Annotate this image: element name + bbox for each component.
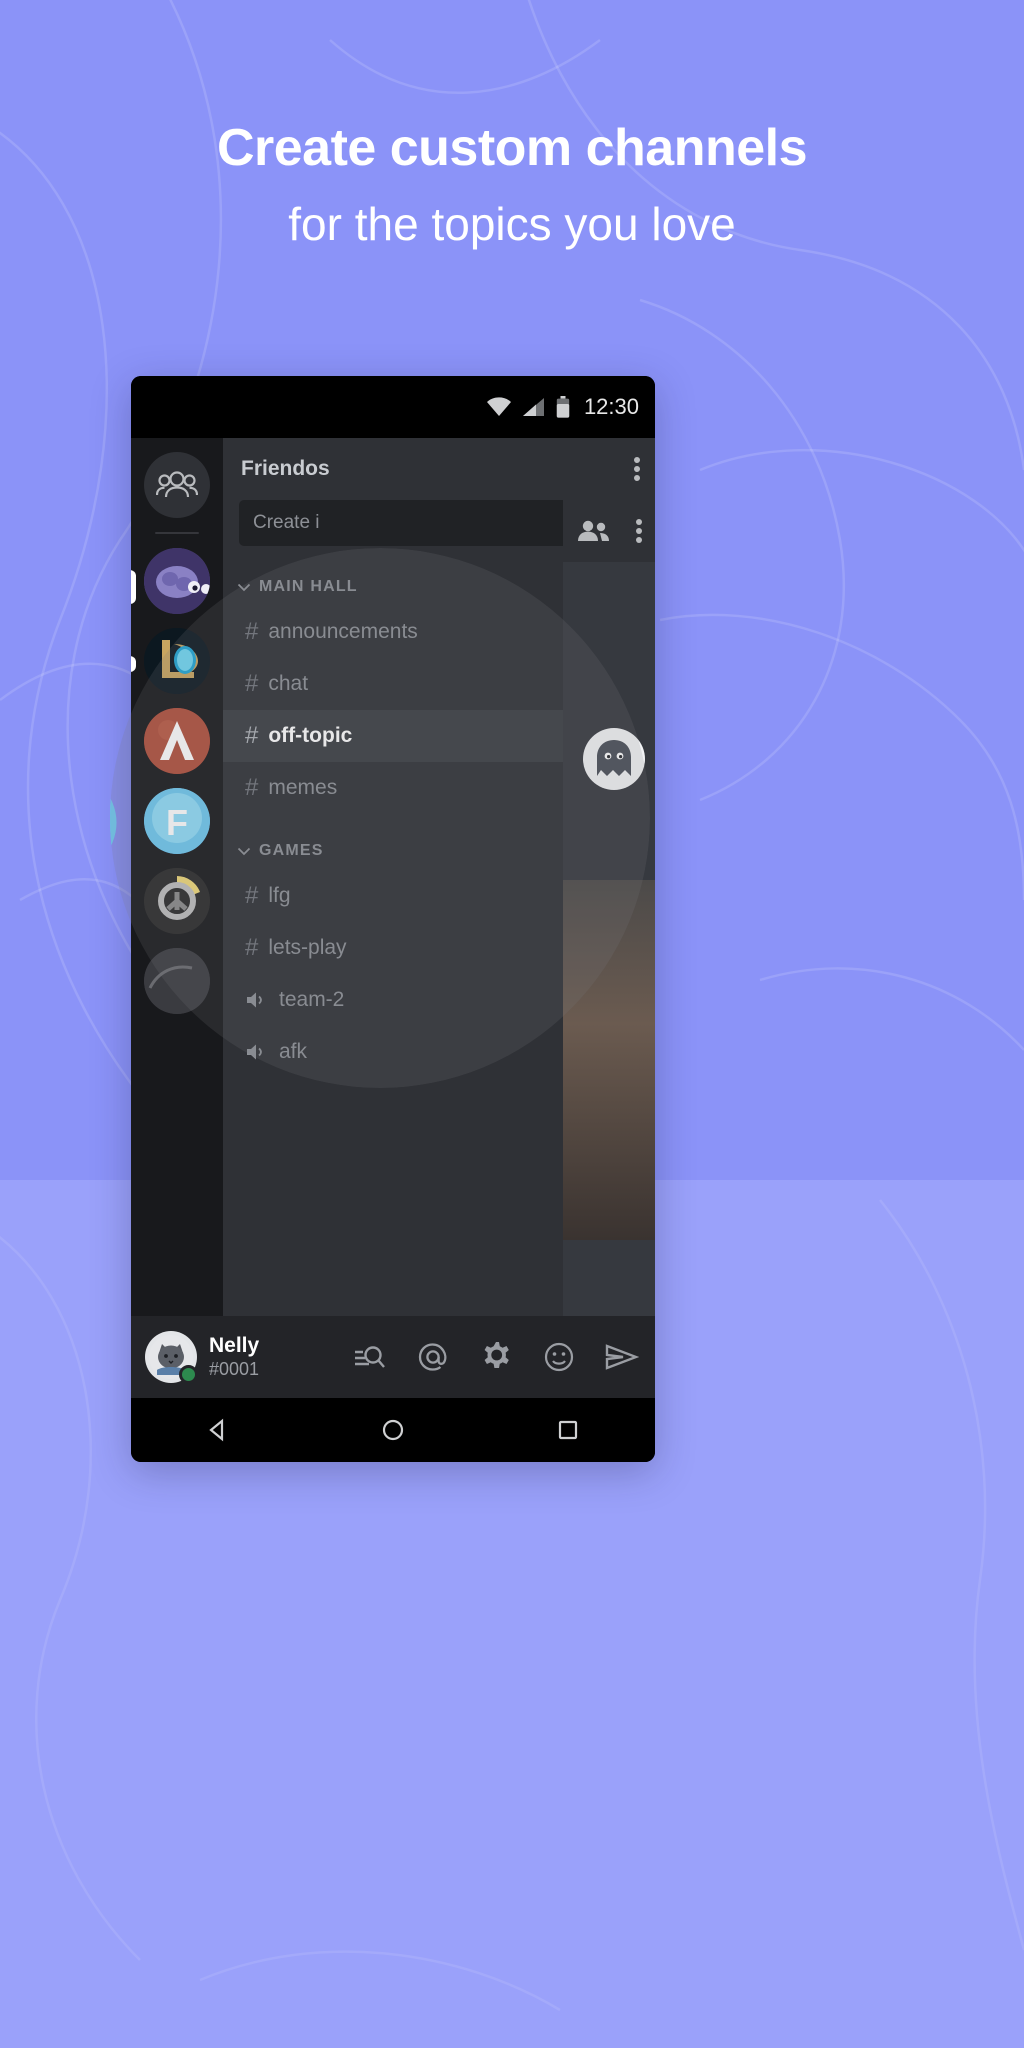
page-title: Create custom channels (216, 119, 808, 177)
status-bar: 12:30 (131, 376, 655, 438)
page-subtitle: for the topics you love (288, 198, 736, 250)
server-rail: F (131, 438, 223, 1398)
status-badge (179, 1365, 198, 1384)
user-bar-actions (353, 1340, 639, 1374)
sidebar-item-home[interactable] (144, 452, 210, 518)
user-bar: Nelly #0001 (131, 1316, 655, 1398)
mentions-at-icon[interactable] (417, 1341, 449, 1373)
league-of-legends-logo (144, 628, 210, 694)
speaker-icon (247, 992, 262, 1008)
unread-pill-league (131, 656, 136, 672)
vertical-dots-icon[interactable] (635, 518, 643, 544)
app-body: F Friendos Create i MAIN HALL # announce… (131, 438, 655, 1398)
channel-label: chat (268, 672, 309, 695)
status-clock: 12:30 (583, 394, 639, 419)
letter-f-logo: F (144, 788, 210, 854)
speaker-icon (247, 1044, 262, 1060)
sidebar-item-guild-brain[interactable] (144, 548, 210, 614)
hash-icon: # (245, 722, 259, 749)
search-members-icon[interactable] (353, 1342, 387, 1372)
avatar[interactable] (145, 1331, 198, 1384)
sidebar-item-guild-overwatch[interactable] (144, 868, 210, 934)
friends-group-icon (156, 471, 198, 498)
server-name: Friendos (241, 457, 330, 480)
search-input-value: Create i (253, 512, 320, 533)
chevron-down-icon (237, 583, 251, 592)
sidebar-item-guild-f[interactable]: F (110, 771, 117, 874)
android-nav-bar (131, 1398, 655, 1462)
hash-icon: # (245, 618, 259, 645)
category-label: MAIN HALL (259, 578, 358, 595)
vertical-dots-icon[interactable] (633, 455, 641, 483)
category-label: GAMES (259, 842, 324, 859)
members-people-icon[interactable] (576, 519, 610, 543)
channel-label: memes (268, 776, 338, 799)
ghost-sticker (583, 728, 645, 790)
svg-text:F: F (166, 802, 188, 843)
hash-icon: # (245, 882, 259, 909)
user-identity: Nelly #0001 (209, 1334, 295, 1380)
chat-header-peek (563, 500, 655, 562)
unread-pill-brain (131, 570, 136, 604)
sidebar-item-guild-f[interactable]: F (144, 788, 210, 854)
letter-f-logo: F (110, 797, 117, 848)
sidebar-item-guild-apex[interactable] (110, 647, 117, 750)
apex-legends-logo (110, 673, 117, 724)
rail-divider (155, 532, 199, 534)
channel-label: announcements (268, 620, 418, 643)
sidebar-item-guild-overwatch[interactable] (110, 895, 117, 998)
league-of-legends-logo (110, 548, 117, 626)
overwatch-logo (144, 868, 210, 934)
sidebar-item-guild-league[interactable] (110, 548, 117, 626)
partial-server-icon (144, 948, 210, 1014)
sidebar-item-guild-extra[interactable] (110, 1019, 117, 1088)
emoji-smiley-icon[interactable] (543, 1341, 575, 1373)
partial-server-icon (110, 1045, 117, 1088)
brain-artwork (144, 548, 210, 614)
user-discriminator: #0001 (209, 1359, 260, 1379)
hash-icon: # (245, 670, 259, 697)
send-arrow-icon[interactable] (605, 1342, 639, 1372)
channel-label: off-topic (268, 724, 353, 747)
promo-screenshot: Create custom channels for the topics yo… (0, 0, 1024, 2048)
recents-square-icon[interactable] (555, 1417, 581, 1443)
settings-gear-icon[interactable] (479, 1340, 513, 1374)
chat-content-peek[interactable] (563, 500, 655, 1334)
chevron-down-icon (237, 847, 251, 856)
channel-label: team-2 (279, 988, 345, 1011)
channel-label: afk (279, 1040, 308, 1063)
battery-icon (556, 396, 570, 418)
phone-device: 12:30 F Friendos Create i MAIN HALL # an… (131, 376, 655, 1462)
wifi-icon (486, 397, 511, 416)
back-triangle-icon[interactable] (205, 1417, 231, 1443)
server-header: Friendos (223, 438, 655, 500)
hash-icon: # (245, 774, 259, 801)
user-name: Nelly (209, 1334, 260, 1357)
apex-legends-logo (144, 708, 210, 774)
channel-label: lfg (268, 884, 291, 907)
home-circle-icon[interactable] (380, 1417, 406, 1443)
channel-label: lets-play (268, 936, 347, 959)
sidebar-item-guild-league[interactable] (144, 628, 210, 694)
overwatch-logo (110, 921, 117, 972)
cell-signal-icon (522, 398, 544, 416)
hash-icon: # (245, 934, 259, 961)
sidebar-item-guild-extra[interactable] (144, 948, 210, 1014)
sidebar-item-guild-apex[interactable] (144, 708, 210, 774)
chat-image-attachment[interactable] (563, 880, 655, 1240)
